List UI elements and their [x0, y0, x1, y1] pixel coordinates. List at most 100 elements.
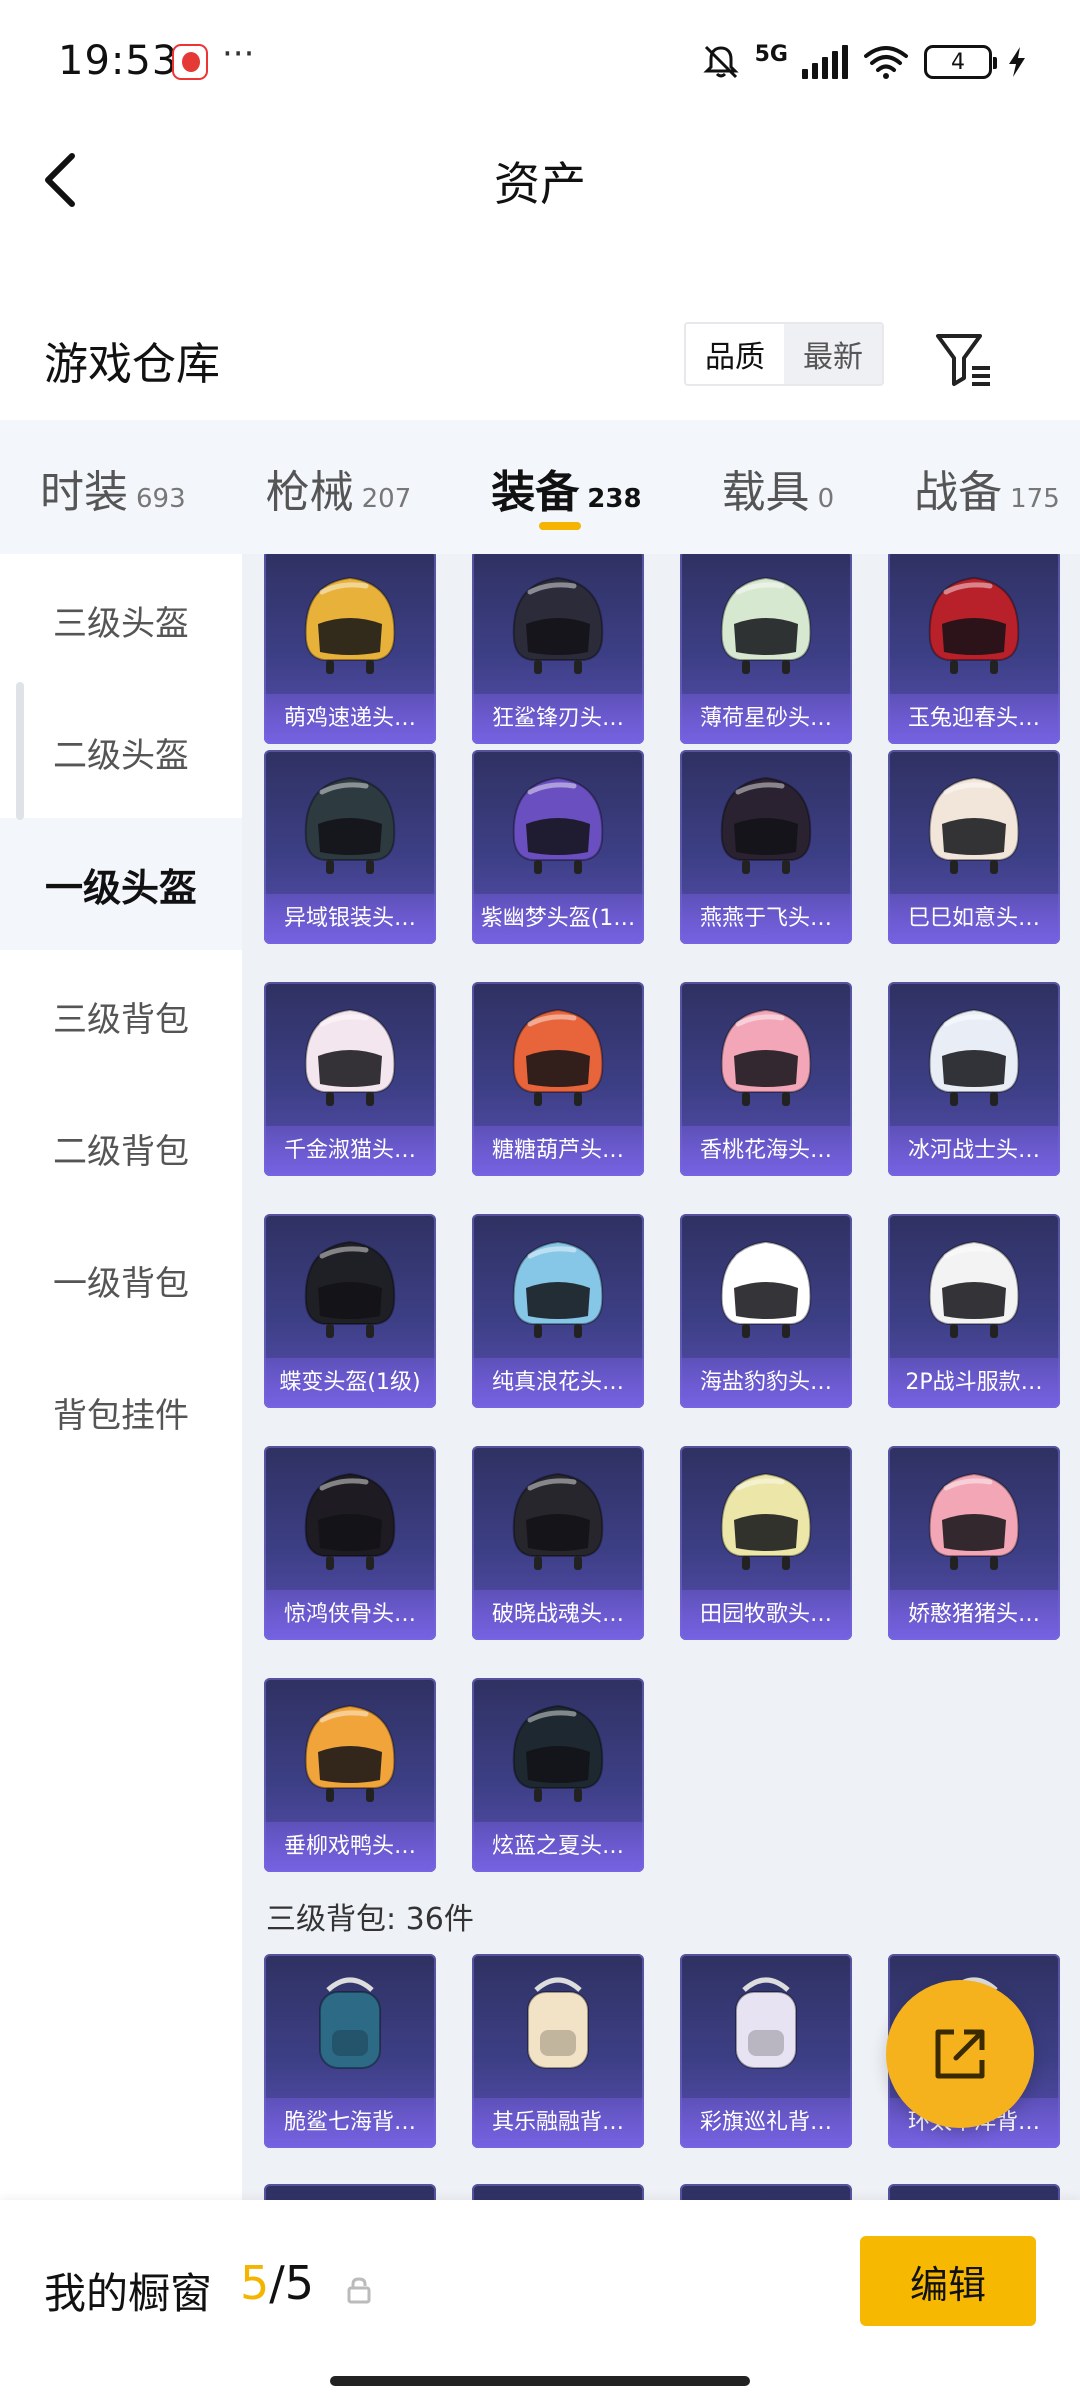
helmet-icon: [720, 576, 812, 674]
tab-label: 时装: [40, 467, 128, 518]
battery-icon: 4: [924, 45, 997, 79]
item-name: 薄荷星砂头…: [680, 694, 852, 744]
backpack-item-card[interactable]: 脆鲨七海背…: [264, 1954, 436, 2148]
helmet-item-card[interactable]: 狂鲨锋刃头…: [472, 554, 644, 744]
status-bar: 19:53 ··· 5G 4: [0, 0, 1080, 130]
helmet-item-card[interactable]: 紫幽梦头盔(1…: [472, 750, 644, 944]
status-icons: 5G 4: [701, 40, 1028, 84]
active-tab-indicator: [539, 522, 582, 530]
helmet-item-card[interactable]: 香桃花海头…: [680, 982, 852, 1176]
backpack-icon: [527, 1977, 589, 2069]
item-card-partial[interactable]: [680, 2184, 852, 2200]
tab-fashion[interactable]: 时装 693: [40, 420, 186, 554]
filter-icon[interactable]: [932, 328, 994, 390]
helmet-item-card[interactable]: 炫蓝之夏头…: [472, 1678, 644, 1872]
helmet-icon: [720, 1472, 812, 1570]
showcase-total: 5: [284, 2256, 315, 2310]
helmet-item-card[interactable]: 破晓战魂头…: [472, 1446, 644, 1640]
tab-count: 0: [817, 484, 835, 514]
helmet-icon: [304, 1240, 396, 1338]
item-name: 异域银装头…: [264, 894, 436, 944]
charging-icon: [1009, 47, 1025, 77]
tab-combat-gear[interactable]: 战备 175: [914, 420, 1060, 554]
helmet-icon: [512, 1240, 604, 1338]
helmet-item-card[interactable]: 千金淑猫头…: [264, 982, 436, 1176]
item-name: 蝶变头盔(1级): [264, 1358, 436, 1408]
helmet-icon: [928, 1008, 1020, 1106]
item-name: 彩旗巡礼背…: [680, 2098, 852, 2148]
helmet-item-card[interactable]: 蝶变头盔(1级): [264, 1214, 436, 1408]
sort-by-quality-button[interactable]: 品质: [686, 324, 784, 384]
battery-level: 4: [951, 49, 965, 75]
helmet-item-card[interactable]: 燕燕于飞头…: [680, 750, 852, 944]
item-name: 萌鸡速递头…: [264, 694, 436, 744]
status-time: 19:53: [58, 38, 179, 84]
sidebar-item-backpack-charm[interactable]: 背包挂件: [0, 1346, 242, 1478]
home-indicator[interactable]: [330, 2376, 750, 2386]
helmet-icon: [720, 1240, 812, 1338]
item-name: 千金淑猫头…: [264, 1126, 436, 1176]
helmet-item-card[interactable]: 垂柳戏鸭头…: [264, 1678, 436, 1872]
helmet-icon: [304, 776, 396, 874]
item-name: 巳巳如意头…: [888, 894, 1060, 944]
sidebar-item-helmet-lv3[interactable]: 三级头盔: [0, 554, 242, 686]
item-card-partial[interactable]: [888, 2184, 1060, 2200]
helmet-icon: [512, 1472, 604, 1570]
item-name: 炫蓝之夏头…: [472, 1822, 644, 1872]
sidebar-item-backpack-lv2[interactable]: 二级背包: [0, 1082, 242, 1214]
helmet-item-card[interactable]: 巳巳如意头…: [888, 750, 1060, 944]
backpack-item-card[interactable]: 彩旗巡礼背…: [680, 1954, 852, 2148]
helmet-item-card[interactable]: 冰河战士头…: [888, 982, 1060, 1176]
sidebar-scrollbar[interactable]: [16, 682, 24, 820]
item-name: 垂柳戏鸭头…: [264, 1822, 436, 1872]
item-name: 田园牧歌头…: [680, 1590, 852, 1640]
sort-by-newest-button[interactable]: 最新: [784, 324, 882, 384]
edit-button[interactable]: 编辑: [860, 2236, 1036, 2326]
helmet-item-card[interactable]: 纯真浪花头…: [472, 1214, 644, 1408]
backpack-item-card[interactable]: 其乐融融背…: [472, 1954, 644, 2148]
helmet-item-card[interactable]: 萌鸡速递头…: [264, 554, 436, 744]
lock-icon: [347, 2277, 371, 2304]
helmet-item-card[interactable]: 惊鸿侠骨头…: [264, 1446, 436, 1640]
sidebar-item-helmet-lv2[interactable]: 二级头盔: [0, 686, 242, 818]
item-name: 纯真浪花头…: [472, 1358, 644, 1408]
item-name: 糖糖葫芦头…: [472, 1126, 644, 1176]
tab-firearms[interactable]: 枪械 207: [266, 420, 412, 554]
showcase-current: 5: [240, 2256, 270, 2310]
helmet-icon: [304, 1008, 396, 1106]
subcategory-sidebar: 三级头盔 二级头盔 一级头盔 三级背包 二级背包 一级背包 背包挂件: [0, 554, 242, 2200]
sort-toggle: 品质 最新: [684, 322, 884, 386]
notification-app-icon: [172, 44, 208, 80]
tab-vehicles[interactable]: 载具 0: [722, 420, 835, 554]
item-name: 娇憨猪猪头…: [888, 1590, 1060, 1640]
warehouse-title: 游戏仓库: [44, 339, 220, 390]
helmet-item-card[interactable]: 异域银装头…: [264, 750, 436, 944]
helmet-item-card[interactable]: 薄荷星砂头…: [680, 554, 852, 744]
item-card-partial[interactable]: [264, 2184, 436, 2200]
item-name: 其乐融融背…: [472, 2098, 644, 2148]
more-notifications-icon: ···: [222, 34, 255, 74]
sidebar-item-helmet-lv1[interactable]: 一级头盔: [0, 818, 242, 950]
sidebar-item-backpack-lv3[interactable]: 三级背包: [0, 950, 242, 1082]
tab-count: 693: [136, 484, 186, 514]
item-grid: 萌鸡速递头… 狂鲨锋刃头… 薄荷星砂头… 玉兔迎春头… 异域银装头… 紫幽梦头盔(1… 燕燕…: [242, 554, 1080, 2200]
tab-equipment[interactable]: 装备 238: [491, 420, 642, 554]
helmet-item-card[interactable]: 田园牧歌头…: [680, 1446, 852, 1640]
backpack-icon: [735, 1977, 797, 2069]
share-fab-button[interactable]: [886, 1980, 1034, 2128]
helmet-icon: [928, 1472, 1020, 1570]
sidebar-item-backpack-lv1[interactable]: 一级背包: [0, 1214, 242, 1346]
helmet-icon: [304, 576, 396, 674]
showcase-count: 5/5: [240, 2256, 314, 2310]
helmet-item-card[interactable]: 娇憨猪猪头…: [888, 1446, 1060, 1640]
showcase-separator: /: [269, 2256, 285, 2310]
helmet-item-card[interactable]: 2P战斗服款…: [888, 1214, 1060, 1408]
helmet-item-card[interactable]: 玉兔迎春头…: [888, 554, 1060, 744]
signal-icon: [802, 45, 848, 79]
helmet-icon: [304, 1472, 396, 1570]
helmet-item-card[interactable]: 糖糖葫芦头…: [472, 982, 644, 1176]
tab-label: 枪械: [265, 467, 354, 518]
tab-count: 207: [361, 484, 412, 514]
item-card-partial[interactable]: [472, 2184, 644, 2200]
helmet-item-card[interactable]: 海盐豹豹头…: [680, 1214, 852, 1408]
